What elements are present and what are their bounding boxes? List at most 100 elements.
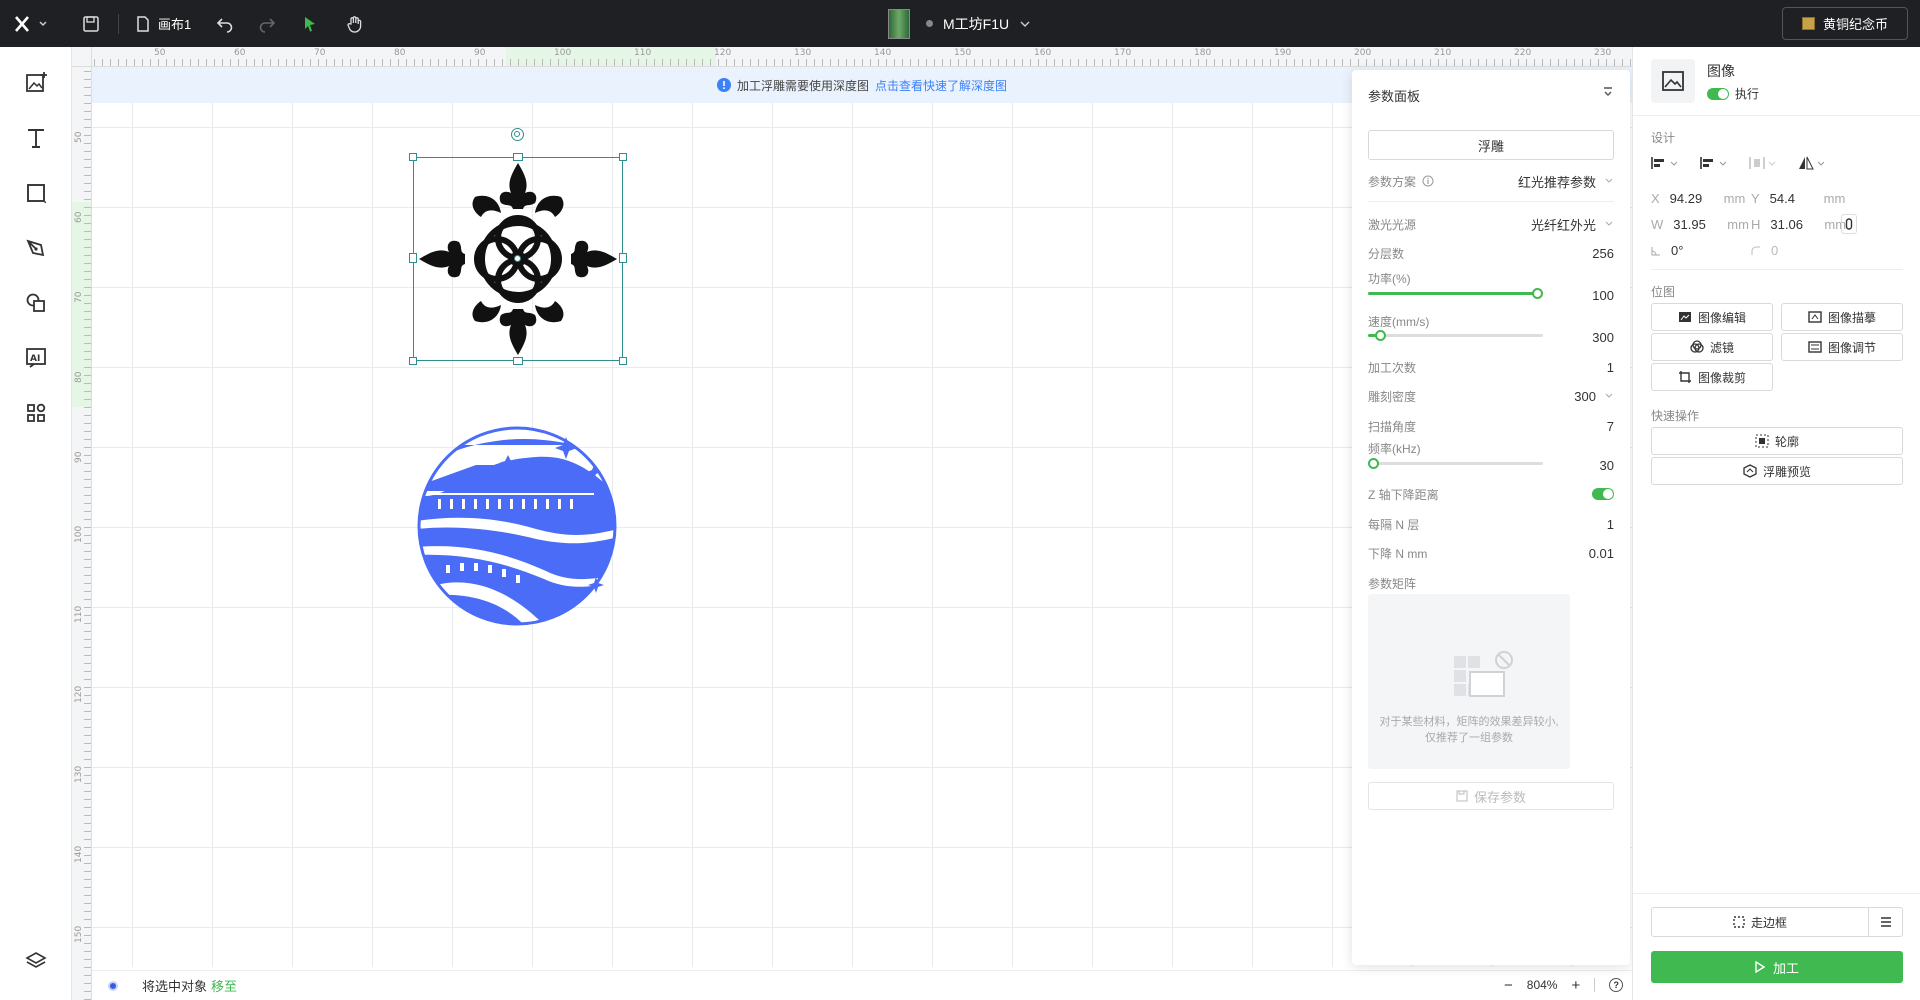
image-edit-button[interactable]: 图像编辑 [1651,303,1773,331]
every-n-value[interactable]: 1 [1607,517,1614,532]
left-toolbar: AI [0,47,72,1000]
image-trace-button[interactable]: 图像描摹 [1781,303,1903,331]
app-menu-button[interactable] [14,0,50,47]
stamp-image[interactable] [416,425,618,627]
divider [1633,115,1920,116]
ruler-corner [72,47,92,67]
resize-handle-mr[interactable] [619,253,627,263]
divider [118,14,119,34]
object-thumbnail [1651,59,1695,103]
resize-handle-br[interactable] [619,357,627,365]
density-dropdown[interactable]: 300 [1574,389,1614,404]
power-value-box[interactable]: 100 [1554,286,1614,304]
info-circle-icon[interactable] [1422,175,1434,187]
help-icon[interactable]: ? [1609,978,1624,992]
undo-icon[interactable] [216,0,234,47]
rotation-field[interactable]: 0° [1651,243,1683,258]
image-adjust-button[interactable]: 图像调节 [1781,333,1903,361]
save-icon[interactable] [82,0,100,47]
shape-tool-icon[interactable] [20,177,52,209]
corner-radius-field[interactable]: 0 [1751,243,1778,258]
resize-handle-tm[interactable] [513,153,523,161]
frame-button[interactable]: 走边框 [1651,907,1869,937]
ruler-top: 4050607080901001101201301401501601701801… [92,47,1632,67]
ruler-label: 60 [234,48,246,58]
device-name: M工坊F1U [943,15,1010,32]
x-field[interactable]: X 94.29 mm [1651,191,1745,206]
z-drop-toggle[interactable] [1592,488,1614,500]
hand-tool-icon[interactable] [346,0,364,47]
execute-label: 执行 [1735,87,1760,101]
notice-link[interactable]: 点击查看快速了解深度图 [875,77,1007,94]
align-object-icon[interactable] [1651,156,1678,170]
status-move-link[interactable]: 移至 [211,976,237,995]
height-field[interactable]: H 31.06 mm [1751,217,1846,232]
image-trace-icon [1808,311,1822,323]
layers-value[interactable]: 256 [1592,246,1614,261]
device-selector[interactable]: M工坊F1U [888,0,1031,47]
collapse-icon[interactable] [1602,86,1614,101]
panel-title: 参数面板 [1368,89,1421,104]
laser-dropdown[interactable]: 光纤红外光 [1531,215,1614,234]
y-field[interactable]: Y 54.4 mm [1751,191,1845,206]
resize-handle-bm[interactable] [513,357,523,365]
distribute-icon[interactable] [1749,156,1776,170]
drop-mm-value[interactable]: 0.01 [1589,546,1614,561]
passes-value[interactable]: 1 [1607,360,1614,375]
filter-button[interactable]: 滤镜 [1651,333,1773,361]
resize-handle-tr[interactable] [619,153,627,161]
relief-preview-button[interactable]: 浮雕预览 [1651,457,1903,485]
freq-label: 频率(kHz) [1368,441,1421,456]
scheme-dropdown[interactable]: 红光推荐参数 [1518,172,1614,191]
power-value: 100 [1592,287,1614,303]
parameter-panel: 参数面板 浮雕 参数方案 红光推荐参数 激光光源 光纤红外光 分层数 256 功… [1352,70,1630,965]
top-bar: 画布1 M工坊F1U 黄铜纪念币 [0,0,1920,47]
param-scheme-row: 参数方案 红光推荐参数 [1368,172,1614,190]
zoom-out-button[interactable]: − [1504,977,1513,994]
redo-icon[interactable] [258,0,276,47]
image-crop-button[interactable]: 图像裁剪 [1651,363,1773,391]
speed-slider-knob[interactable] [1375,330,1386,341]
pen-tool-icon[interactable] [20,232,52,264]
resize-handle-bl[interactable] [409,357,417,365]
flip-icon[interactable] [1798,156,1825,170]
freq-value-box[interactable]: 30 [1554,456,1614,474]
ruler-label: 60 [74,211,84,223]
angle-value[interactable]: 7 [1607,419,1614,434]
zoom-in-button[interactable]: + [1571,977,1580,994]
freq-slider-knob[interactable] [1368,458,1379,469]
ruler-left: 405060708090100110120130140150 [72,47,92,1000]
shapes-library-icon[interactable] [20,287,52,319]
power-slider[interactable] [1368,288,1543,299]
select-tool-icon[interactable] [302,0,318,47]
speed-slider[interactable] [1368,330,1543,341]
add-image-icon[interactable] [20,67,52,99]
canvas-tab[interactable]: 画布1 [136,0,191,47]
quick-actions-label: 快速操作 [1651,409,1700,423]
crop-icon [1678,371,1691,383]
outline-button[interactable]: 轮廓 [1651,427,1903,455]
save-params-button[interactable]: 保存参数 [1368,782,1614,810]
frame-icon [1733,916,1745,928]
apps-icon[interactable] [20,397,52,429]
freq-slider[interactable] [1368,458,1543,469]
rotate-handle[interactable] [511,128,524,141]
align-left-icon[interactable] [1700,156,1727,170]
resize-handle-tl[interactable] [409,153,417,161]
chevron-down-icon [1605,393,1613,398]
text-tool-icon[interactable] [20,122,52,154]
speed-value-box[interactable]: 300 [1554,328,1614,346]
resize-handle-ml[interactable] [409,253,417,263]
lock-ratio-icon[interactable] [1841,214,1857,234]
power-slider-knob[interactable] [1532,288,1543,299]
density-label: 雕刻密度 [1368,389,1417,404]
width-field[interactable]: W 31.95 mm [1651,217,1749,232]
relief-mode-button[interactable]: 浮雕 [1368,130,1614,160]
process-button[interactable]: 加工 [1651,951,1903,983]
material-selector[interactable]: 黄铜纪念币 [1782,7,1908,40]
ai-tool-icon[interactable]: AI [20,342,52,374]
layers-icon[interactable] [20,945,52,977]
frame-menu-icon[interactable] [1868,907,1903,937]
execute-toggle[interactable] [1707,87,1729,100]
zoom-level[interactable]: 804% [1527,978,1558,992]
